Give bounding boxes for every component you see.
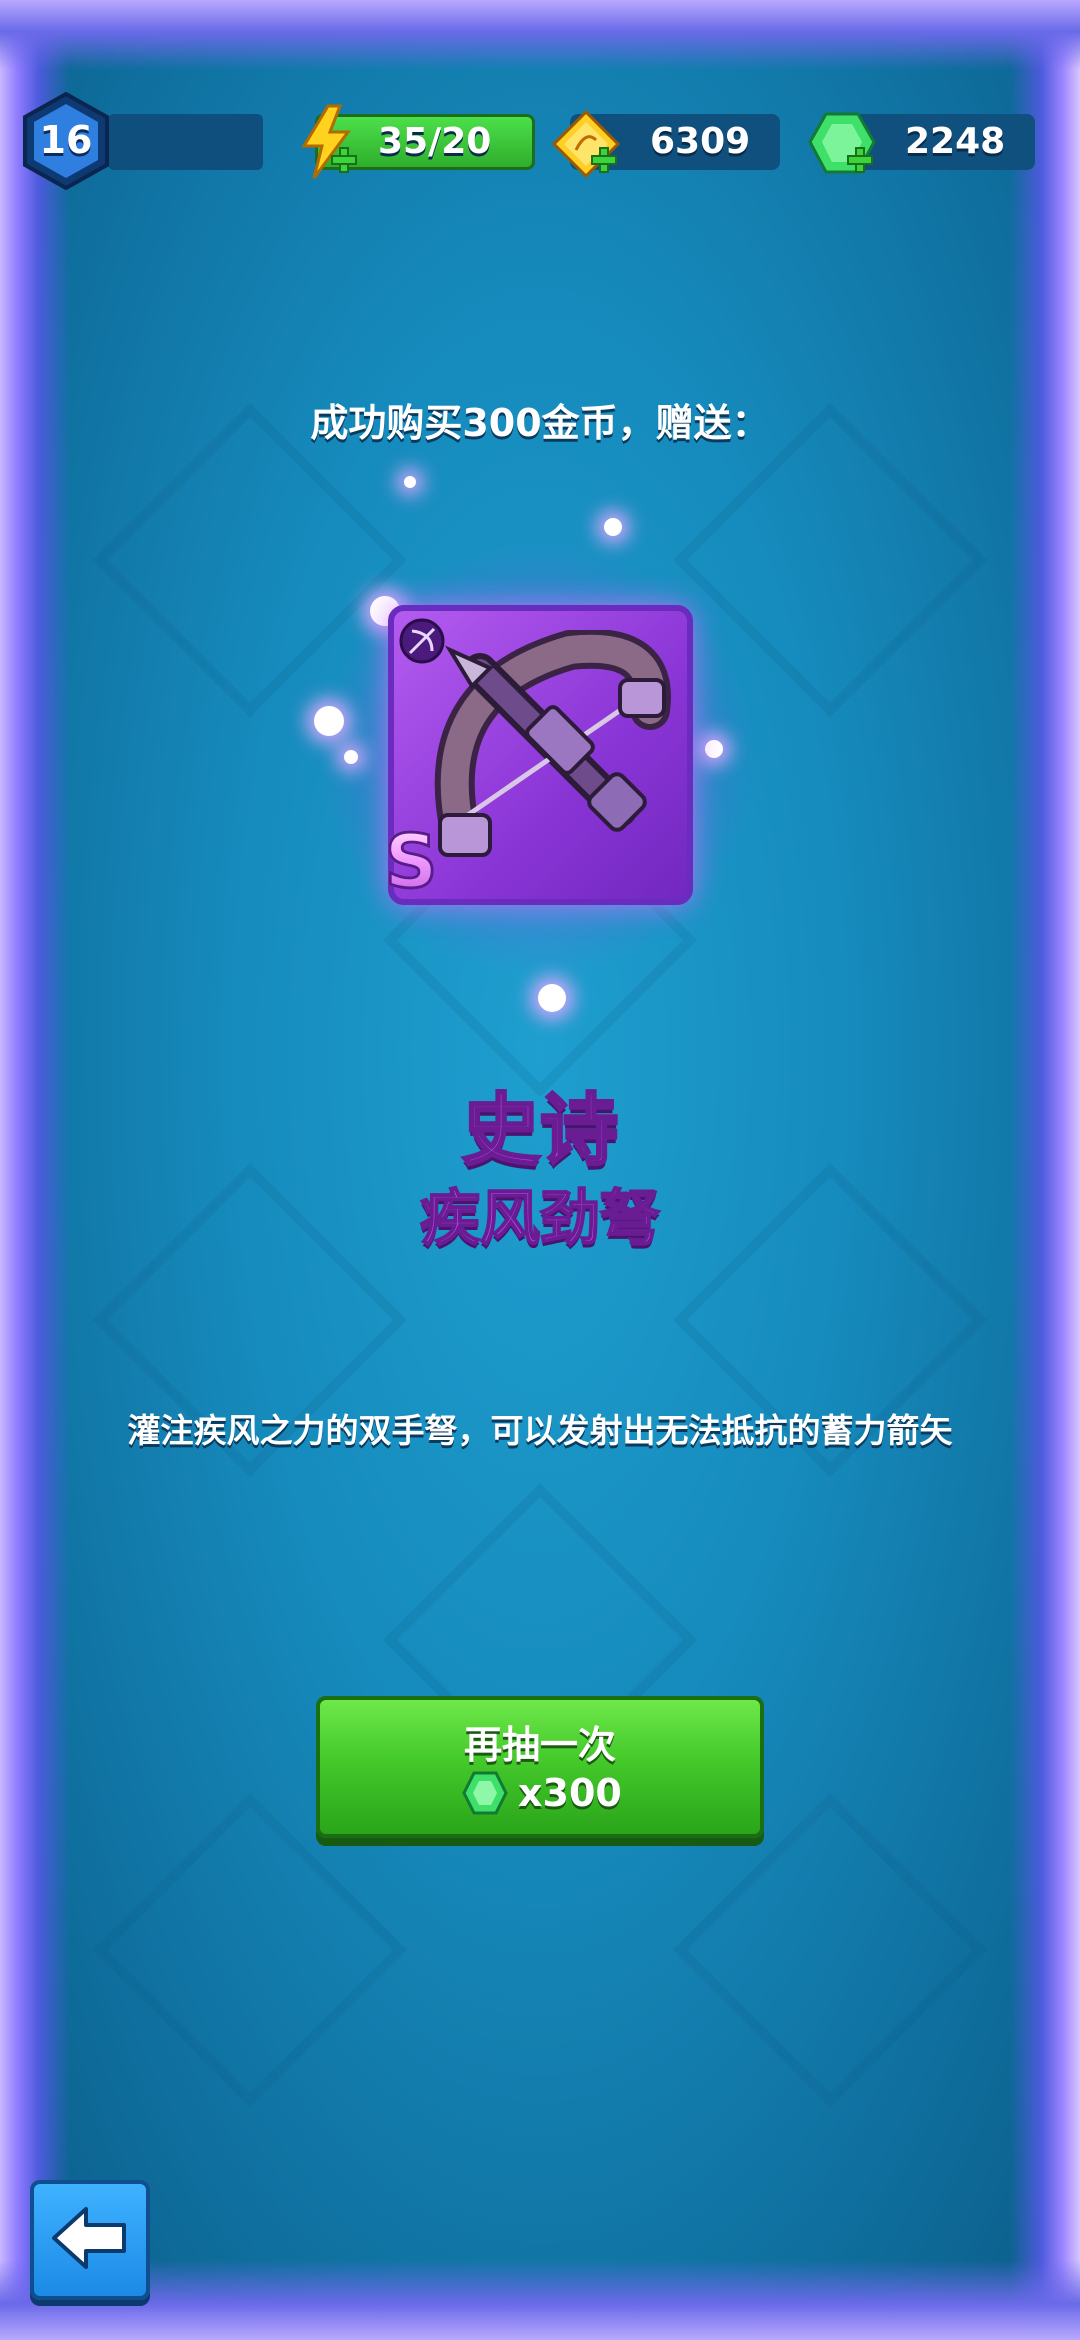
item-name: 疾风劲弩	[419, 1183, 661, 1255]
sparkle	[538, 984, 566, 1012]
rarity-label: 史诗	[460, 1085, 619, 1178]
energy-value: 35/20	[378, 121, 492, 162]
back-arrow-icon	[52, 2207, 126, 2269]
level-progress-bar	[108, 114, 263, 170]
add-energy-icon[interactable]	[330, 146, 358, 174]
sparkle	[404, 476, 416, 488]
grade-badge: S	[376, 821, 446, 904]
crossbow-icon	[434, 630, 671, 857]
item-description: 灌注疾风之力的双手弩，可以发射出无法抵抗的蓄力箭矢	[127, 1411, 953, 1450]
sparkle	[604, 518, 622, 536]
retry-draw-cost: x300	[518, 1771, 622, 1815]
add-gold-icon[interactable]	[590, 146, 618, 174]
gold-value: 6309	[650, 121, 751, 162]
purchase-message: 成功购买300金币，赠送：	[310, 401, 770, 445]
gem-value: 2248	[905, 121, 1006, 162]
add-gems-icon[interactable]	[846, 146, 874, 174]
sparkle	[344, 750, 358, 764]
sparkle	[705, 740, 723, 758]
player-level: 16	[39, 118, 93, 162]
sparkle	[314, 706, 344, 736]
green-gem-icon	[462, 1771, 508, 1815]
frame-top-glow	[0, 0, 1080, 70]
retry-draw-label: 再抽一次	[463, 1723, 616, 1767]
frame-bottom-glow	[0, 2260, 1080, 2340]
